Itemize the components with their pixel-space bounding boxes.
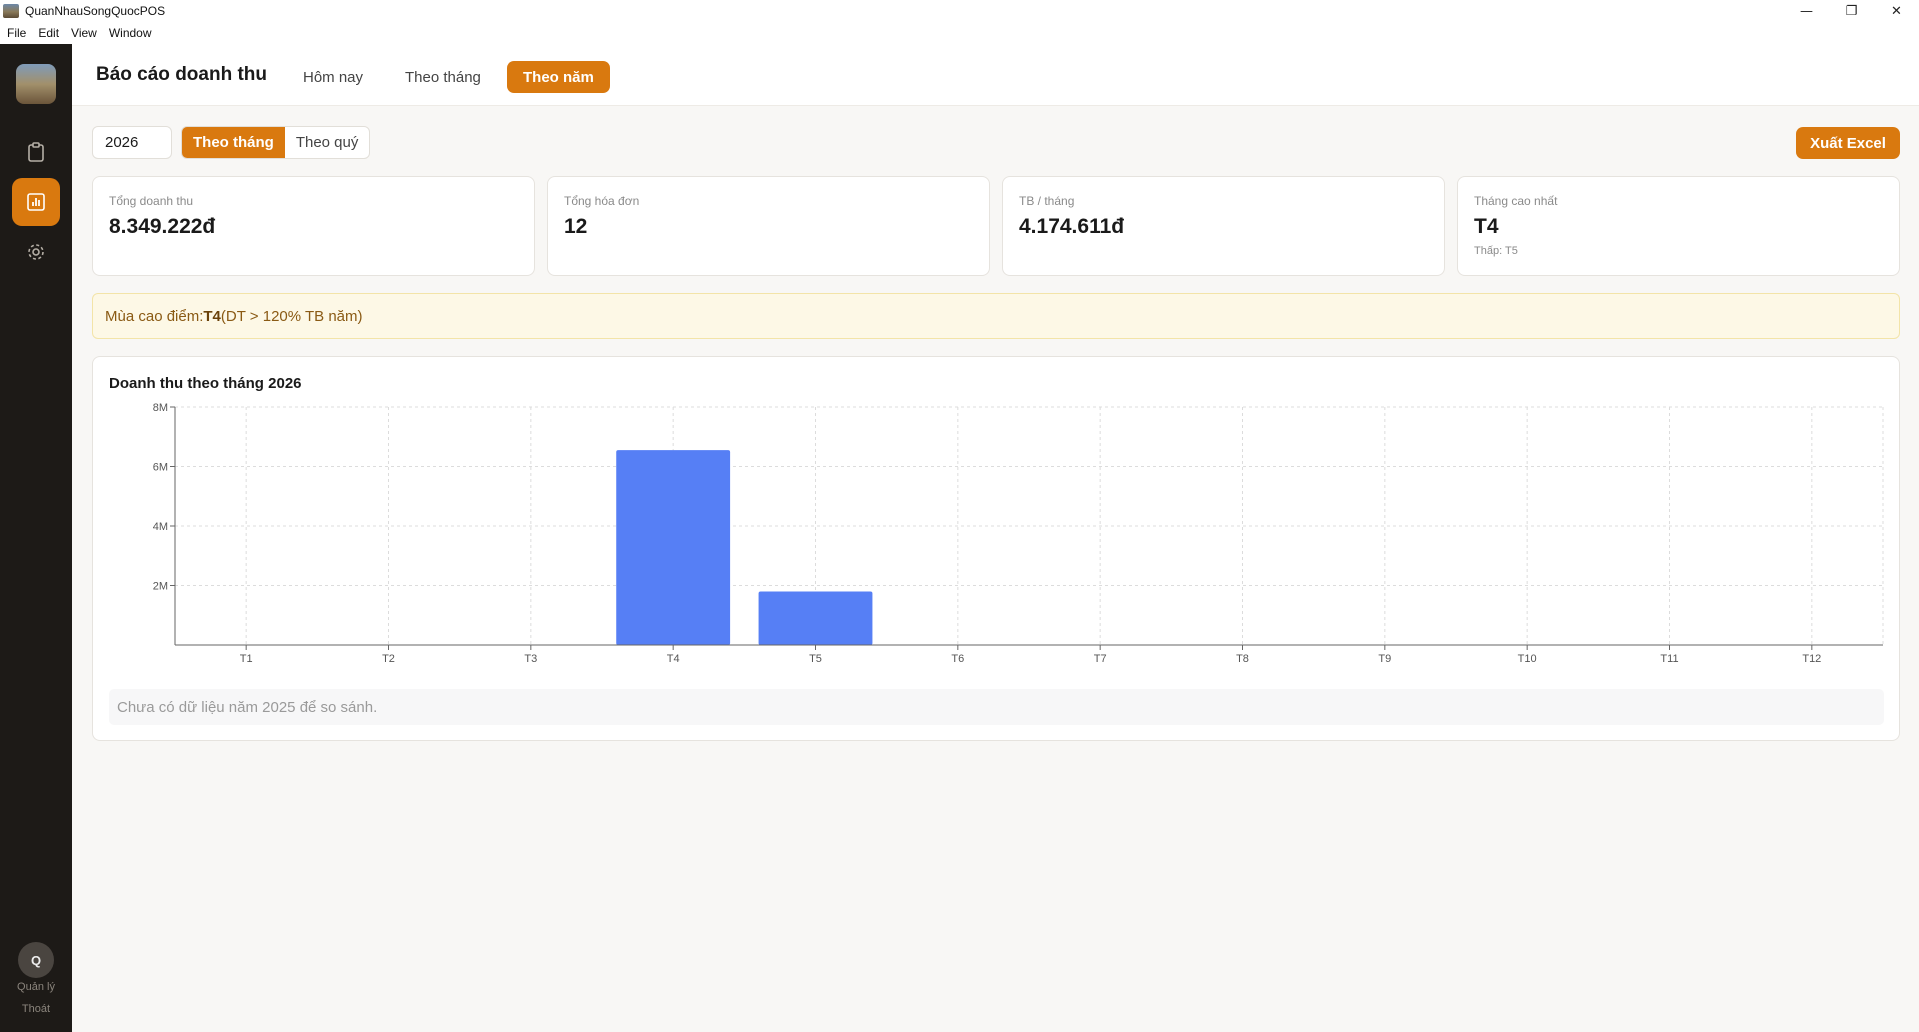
stat-value: T4 <box>1474 215 1499 238</box>
stat-value: 12 <box>564 215 588 238</box>
x-tick-label: T12 <box>1802 653 1821 665</box>
banner-suffix: (DT > 120% TB năm) <box>220 307 363 325</box>
menu-bar: File Edit View Window <box>0 22 1919 44</box>
banner-prefix: Mùa cao điểm: <box>105 307 204 325</box>
logout-link[interactable]: Thoát <box>0 1003 72 1015</box>
sidebar: Q Quản lý Thoát <box>0 44 72 1032</box>
restore-button[interactable]: ❐ <box>1829 0 1874 22</box>
export-excel-button[interactable]: Xuất Excel <box>1796 127 1900 159</box>
stat-value: 4.174.611đ <box>1019 215 1125 238</box>
stat-card-avg-month: TB / tháng 4.174.611đ <box>1002 176 1445 276</box>
page-title: Báo cáo doanh thu <box>96 64 267 85</box>
stat-label: Tháng cao nhất <box>1474 194 1558 208</box>
user-role: Quản lý <box>17 981 55 993</box>
revenue-bar-chart: 2M 4M 6M 8M T1 T2 T3 T4 T5 T6 T7 T8 T9 T10 T11 T12 <box>153 402 1884 665</box>
stat-card-total-invoices: Tổng hóa đơn 12 <box>547 176 990 276</box>
y-tick-label: 4M <box>153 521 168 533</box>
window-title: QuanNhauSongQuocPOS <box>25 4 166 18</box>
stat-card-peak-month: Tháng cao nhất T4 Thấp: T5 <box>1457 176 1900 276</box>
menu-window[interactable]: Window <box>109 26 152 40</box>
x-tick-label: T3 <box>524 653 537 665</box>
store-logo[interactable] <box>16 64 56 104</box>
segment-by-month[interactable]: Theo tháng <box>182 127 285 158</box>
x-tick-label: T11 <box>1660 653 1678 665</box>
peak-season-banner: Mùa cao điểm: T4 (DT > 120% TB năm) <box>92 293 1900 339</box>
stat-value: 8.349.222đ <box>109 215 216 238</box>
x-tick-label: T5 <box>809 653 822 665</box>
sidebar-item-settings[interactable] <box>12 228 60 276</box>
x-tick-label: T1 <box>240 653 253 665</box>
x-tick-label: T10 <box>1518 653 1537 665</box>
menu-view[interactable]: View <box>71 26 97 40</box>
sidebar-item-reports[interactable] <box>12 178 60 226</box>
x-tick-label: T8 <box>1236 653 1249 665</box>
period-toggle: Theo tháng Theo quý <box>181 126 371 159</box>
clipboard-icon <box>28 142 44 162</box>
gear-icon <box>28 244 44 260</box>
title-bar: QuanNhauSongQuocPOS — ❐ ✕ <box>0 0 1919 22</box>
year-input[interactable]: 2026 <box>92 126 172 159</box>
tab-by-year[interactable]: Theo năm <box>507 61 610 93</box>
stat-card-total-revenue: Tổng doanh thu 8.349.222đ <box>92 176 535 276</box>
bar-T4 <box>616 450 731 645</box>
bar-T5 <box>758 591 873 645</box>
x-tick-label: T6 <box>951 653 964 665</box>
tab-today[interactable]: Hôm nay <box>287 61 379 93</box>
bar-chart-icon <box>27 193 45 211</box>
x-tick-label: T4 <box>667 653 680 665</box>
revenue-chart-panel: Doanh thu theo tháng 2026 2M 4M 6M 8M T1 T2 T3… <box>92 356 1900 741</box>
stat-label: Tổng hóa đơn <box>564 194 640 208</box>
x-tick-label: T2 <box>382 653 395 665</box>
banner-month: T4 <box>203 307 221 325</box>
stat-label: Tổng doanh thu <box>109 194 194 208</box>
y-tick-label: 8M <box>153 402 168 414</box>
y-tick-label: 6M <box>153 462 168 474</box>
x-tick-label: T7 <box>1094 653 1107 665</box>
app-icon <box>3 4 19 18</box>
minimize-button[interactable]: — <box>1784 0 1829 22</box>
stat-label: TB / tháng <box>1019 194 1075 208</box>
sidebar-item-orders[interactable] <box>12 128 60 176</box>
y-tick-label: 2M <box>153 581 168 593</box>
stat-sub: Thấp: T5 <box>1474 245 1518 257</box>
close-button[interactable]: ✕ <box>1874 0 1919 22</box>
menu-edit[interactable]: Edit <box>38 26 59 40</box>
segment-by-quarter[interactable]: Theo quý <box>285 127 370 158</box>
window-controls: — ❐ ✕ <box>1784 0 1919 22</box>
page-header: Báo cáo doanh thu Hôm nay Theo tháng The… <box>72 44 1919 106</box>
tab-by-month[interactable]: Theo tháng <box>389 61 497 93</box>
compare-note: Chưa có dữ liệu năm 2025 để so sánh. <box>109 689 1884 725</box>
user-avatar[interactable]: Q <box>18 942 54 978</box>
menu-file[interactable]: File <box>7 26 26 40</box>
x-tick-label: T9 <box>1378 653 1391 665</box>
